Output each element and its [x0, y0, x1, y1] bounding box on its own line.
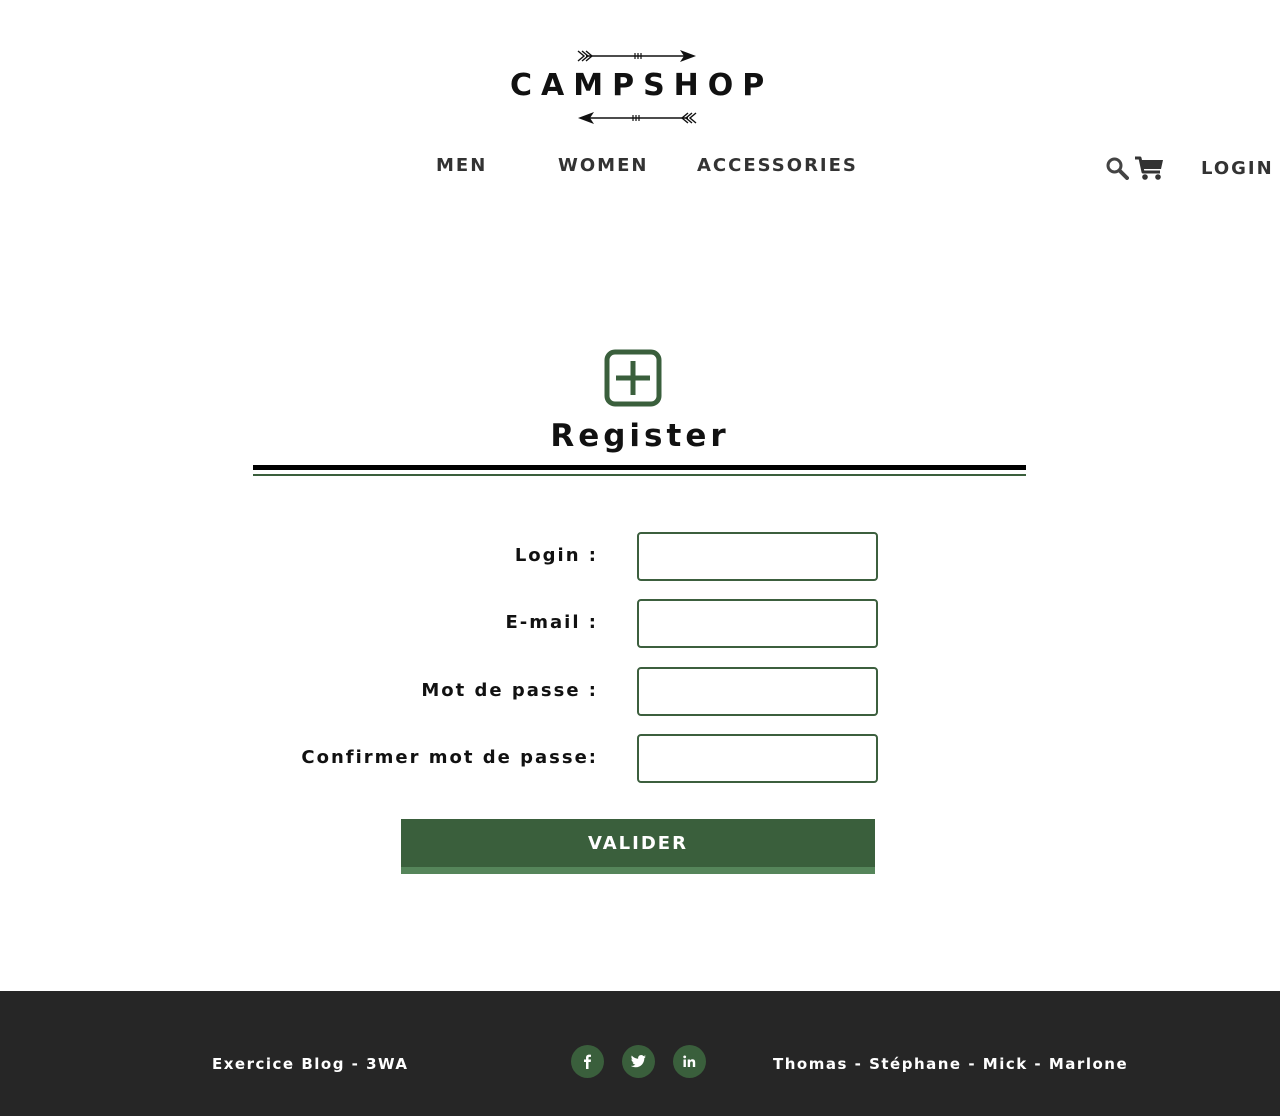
logo-wordmark: CAMPSHOP: [510, 68, 774, 103]
plus-square-icon: [604, 349, 662, 407]
confirm-password-input[interactable]: [637, 734, 878, 783]
footer-authors: Thomas - Stéphane - Mick - Marlone: [773, 1055, 1129, 1073]
arrow-left-icon: [578, 112, 697, 124]
form-row-email: E-mail :: [0, 599, 1280, 649]
form-row-password: Mot de passe :: [0, 667, 1280, 717]
email-input[interactable]: [637, 599, 878, 648]
password-input[interactable]: [637, 667, 878, 716]
cart-icon[interactable]: [1134, 155, 1164, 181]
title-divider: [253, 465, 1026, 470]
submit-button[interactable]: VALIDER: [401, 819, 875, 874]
campshop-logo[interactable]: CAMPSHOP: [510, 44, 770, 130]
search-icon[interactable]: [1105, 156, 1129, 180]
page-title: Register: [550, 418, 730, 454]
footer: Exercice Blog - 3WA Thomas - Stéphane - …: [0, 991, 1280, 1116]
footer-credit: Exercice Blog - 3WA: [212, 1055, 409, 1073]
password-label: Mot de passe :: [421, 680, 598, 701]
facebook-icon[interactable]: [571, 1045, 604, 1078]
arrow-right-icon: [577, 50, 696, 62]
confirm-password-label: Confirmer mot de passe:: [301, 747, 598, 768]
login-label: Login :: [514, 545, 598, 566]
main-nav: MEN WOMEN ACCESSORIES: [0, 155, 1280, 185]
nav-item-men[interactable]: MEN: [436, 155, 487, 176]
linkedin-icon[interactable]: [673, 1045, 706, 1078]
form-row-login: Login :: [0, 532, 1280, 582]
login-input[interactable]: [637, 532, 878, 581]
title-divider-accent: [253, 474, 1026, 476]
twitter-icon[interactable]: [622, 1045, 655, 1078]
form-row-confirm-password: Confirmer mot de passe:: [0, 734, 1280, 784]
email-label: E-mail :: [505, 612, 598, 633]
login-link[interactable]: LOGIN: [1201, 158, 1274, 179]
nav-item-accessories[interactable]: ACCESSORIES: [697, 155, 858, 176]
nav-item-women[interactable]: WOMEN: [558, 155, 648, 176]
